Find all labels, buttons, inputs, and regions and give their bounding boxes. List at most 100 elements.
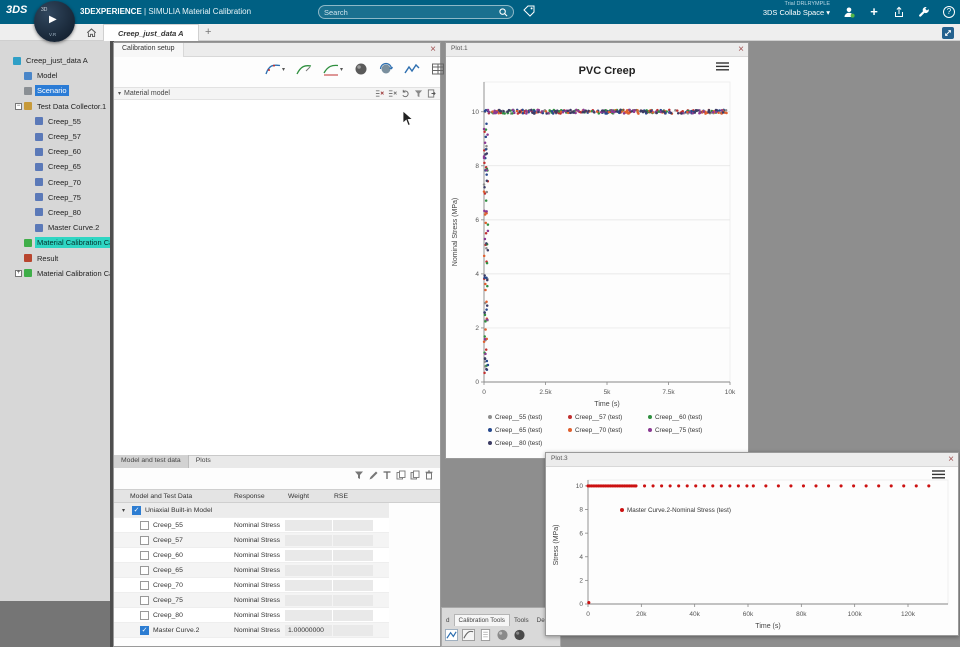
table-row-creep-55[interactable]: Creep_55 Nominal Stress xyxy=(114,518,389,533)
tools-tab-d[interactable]: d xyxy=(442,615,454,626)
document-tool-icon[interactable] xyxy=(479,629,492,641)
tree-item-creep-65[interactable]: Creep_65 xyxy=(0,159,110,174)
tree-item-creep-just-data-a[interactable]: Creep_just_data A xyxy=(0,53,110,68)
collab-space-selector[interactable]: Trial DRLRYMPLE 3DS Collab Space ▾ xyxy=(763,1,830,17)
maximize-icon[interactable] xyxy=(942,27,954,39)
edit-icon[interactable] xyxy=(368,470,378,480)
table-row-master-curve-2[interactable]: ✓ Master Curve.2 Nominal Stress 1.00000000 xyxy=(114,623,389,638)
table-row-creep-57[interactable]: Creep_57 Nominal Stress xyxy=(114,533,389,548)
column-header-rse: RSE xyxy=(334,493,348,500)
table-row-creep-75[interactable]: Creep_75 Nominal Stress xyxy=(114,593,389,608)
search-input[interactable]: Search xyxy=(318,5,514,19)
table-row-creep-80[interactable]: Creep_80 Nominal Stress xyxy=(114,608,389,623)
brand-name: 3DEXPERIENCE xyxy=(80,7,142,16)
run-fit-button[interactable] xyxy=(293,59,315,79)
remove-model-icon[interactable] xyxy=(388,89,397,98)
copy-icon[interactable] xyxy=(396,470,406,480)
tools-tab-tools[interactable]: Tools xyxy=(510,615,533,626)
tree-item-label: Test Data Collector.1 xyxy=(37,101,107,111)
material-model-canvas[interactable] xyxy=(114,100,440,455)
tree-item-master-curve-2[interactable]: Master Curve.2 xyxy=(0,220,110,235)
export-icon[interactable] xyxy=(427,89,436,98)
delete-icon[interactable] xyxy=(424,470,434,480)
expand-icon[interactable]: + xyxy=(15,269,22,277)
tree-item-material-calibration-ca[interactable]: + Material Calibration Ca xyxy=(0,266,110,281)
tree-item-creep-70[interactable]: Creep_70 xyxy=(0,175,110,190)
checkbox[interactable] xyxy=(140,536,149,545)
pvc-creep-chart[interactable]: 0 2.5k 5k 7.5k 10k 0 2 4 6 8 10 Time (s) Nominal Str… xyxy=(446,57,748,460)
weight-cell[interactable] xyxy=(285,535,332,546)
tree-item-result[interactable]: Result xyxy=(0,250,110,265)
tab-plots[interactable]: Plots xyxy=(189,455,218,468)
search-icon[interactable] xyxy=(499,7,508,17)
rse-cell xyxy=(333,610,373,621)
svg-text:Creep__65 (test): Creep__65 (test) xyxy=(495,427,542,434)
clear-selection-icon[interactable] xyxy=(375,89,384,98)
curve-tool-icon[interactable] xyxy=(462,629,475,641)
close-icon[interactable]: × xyxy=(738,44,744,56)
table-row-creep-65[interactable]: Creep_65 Nominal Stress xyxy=(114,563,389,578)
collapse-icon[interactable]: ▾ xyxy=(122,507,125,514)
new-tab-button[interactable]: + xyxy=(205,26,211,38)
weight-cell[interactable] xyxy=(285,595,332,606)
weight-cell[interactable] xyxy=(285,580,332,591)
duplicate-icon[interactable] xyxy=(410,470,420,480)
tag-icon[interactable] xyxy=(523,5,535,17)
update-material-button[interactable] xyxy=(376,59,396,79)
checkbox[interactable] xyxy=(140,566,149,575)
tree-item-creep-55[interactable]: Creep_55 xyxy=(0,114,110,129)
tools-wrench-icon[interactable] xyxy=(917,5,931,19)
close-icon[interactable]: × xyxy=(430,44,436,56)
collapse-icon[interactable]: ▾ xyxy=(118,90,121,97)
3dexperience-compass[interactable]: 3D ▶ V.R xyxy=(34,1,75,42)
material-tool-icon[interactable] xyxy=(513,629,526,641)
undo-icon[interactable] xyxy=(401,89,410,98)
master-curve-chart[interactable]: 0 20k 40k 60k 80k 100k 120k 0 2 4 6 8 10 Time (s) Stre… xyxy=(546,467,958,636)
checkbox[interactable]: ✓ xyxy=(140,626,149,635)
material-sphere-icon[interactable] xyxy=(351,59,371,79)
checkbox[interactable] xyxy=(140,611,149,620)
help-icon[interactable]: ? xyxy=(942,5,956,19)
3ds-logo[interactable]: 3DS xyxy=(6,4,27,16)
checkbox[interactable] xyxy=(140,521,149,530)
tree-item-creep-57[interactable]: Creep_57 xyxy=(0,129,110,144)
show-plot-button[interactable] xyxy=(401,59,423,79)
table-row-uniaxial-built-in-model[interactable]: ▾ ✓ Uniaxial Built-in Model xyxy=(114,503,389,518)
tree-item-material-calibration-ca[interactable]: Material Calibration Ca xyxy=(0,235,110,250)
weight-cell[interactable] xyxy=(285,520,332,531)
tree-item-creep-60[interactable]: Creep_60 xyxy=(0,144,110,159)
tree-item-creep-75[interactable]: Creep_75 xyxy=(0,190,110,205)
weight-cell[interactable] xyxy=(285,610,332,621)
home-icon[interactable] xyxy=(86,27,97,38)
add-content-icon[interactable]: + xyxy=(867,5,881,19)
collapse-icon[interactable]: − xyxy=(15,102,22,110)
tools-tab-calibration-tools[interactable]: Calibration Tools xyxy=(453,614,510,626)
text-icon[interactable] xyxy=(382,470,392,480)
share-icon[interactable] xyxy=(892,5,906,19)
table-row-creep-70[interactable]: Creep_70 Nominal Stress xyxy=(114,578,389,593)
fit-options-dropdown[interactable]: ▾ xyxy=(320,59,346,79)
plot-tool-icon[interactable] xyxy=(445,629,458,641)
tab-model-and-test-data[interactable]: Model and test data xyxy=(114,455,189,468)
tree-item-test-data-collector-1[interactable]: − Test Data Collector.1 xyxy=(0,99,110,114)
sphere-tool-icon[interactable] xyxy=(496,629,509,641)
tree-item-model[interactable]: Model xyxy=(0,68,110,83)
weight-cell[interactable] xyxy=(285,565,332,576)
filter-icon[interactable] xyxy=(414,89,423,98)
checkbox[interactable]: ✓ xyxy=(132,506,141,515)
weight-cell[interactable] xyxy=(285,550,332,561)
close-icon[interactable]: × xyxy=(948,454,954,466)
tree-item-scenario[interactable]: Scenario xyxy=(0,83,110,98)
checkbox[interactable] xyxy=(140,581,149,590)
calibration-setup-tab[interactable]: Calibration setup xyxy=(114,43,184,57)
user-icon[interactable] xyxy=(842,5,856,19)
rse-cell xyxy=(333,580,373,591)
tools-panel-tabs: dCalibration ToolsToolsDebu xyxy=(442,611,560,626)
checkbox[interactable] xyxy=(140,551,149,560)
checkbox[interactable] xyxy=(140,596,149,605)
fit-model-dropdown[interactable]: ▾ xyxy=(262,59,288,79)
tree-item-creep-80[interactable]: Creep_80 xyxy=(0,205,110,220)
tab-creep-just-data[interactable]: Creep_just_data A xyxy=(103,24,199,41)
filter-icon[interactable] xyxy=(354,470,364,480)
table-row-creep-60[interactable]: Creep_60 Nominal Stress xyxy=(114,548,389,563)
